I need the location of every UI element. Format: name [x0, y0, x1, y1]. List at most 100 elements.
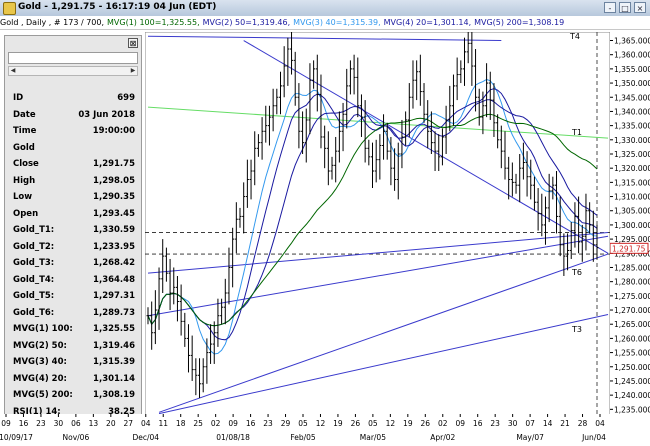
price-tick-label: 1,310.000: [614, 193, 650, 202]
day-tick-label: 14: [543, 419, 553, 428]
data-row-label: MVG(2) 50:: [13, 340, 67, 351]
data-row-label: Gold: [13, 142, 35, 153]
price-tick-label: 1,305.000: [614, 207, 650, 216]
time-axis[interactable]: 09 16 23 30 06 13 20 27 04 11 18 25 02 09 16 23 29 05 12 19…: [0, 414, 610, 446]
data-row-value: 1,289.73: [93, 307, 135, 318]
data-row: MVG(2) 50: 1,319.46: [5, 338, 141, 355]
price-tick-label: 1,365.000: [614, 37, 650, 46]
data-row-value: 1,308.19: [93, 390, 135, 400]
data-row-value: 1,330.59: [93, 225, 135, 235]
month-label: Mar/05: [360, 433, 386, 442]
data-row-value: 1,291.75: [93, 159, 135, 169]
data-row-value: 1,233.95: [93, 241, 135, 252]
data-row-value: 1,297.31: [93, 291, 135, 301]
data-row-label: Gold_T6:: [13, 307, 55, 318]
minimize-button[interactable]: -: [604, 2, 616, 13]
data-row: ID 699: [5, 90, 141, 107]
mvg4-info: MVG(4) 20=1,301.14,: [383, 18, 472, 27]
price-tick-label: 1,275.000: [614, 292, 650, 301]
data-row: Gold_T4: 1,364.48: [5, 272, 141, 289]
day-tick-label: 27: [124, 419, 134, 428]
price-tick-label: 1,245.000: [614, 377, 650, 386]
day-tick-label: 04: [141, 419, 151, 428]
data-row-value: 1,268.42: [93, 258, 135, 268]
day-tick-label: 28: [578, 419, 588, 428]
price-tick-label: 1,345.000: [614, 93, 650, 102]
data-row-value: 19:00:00: [92, 126, 135, 136]
title-bar[interactable]: Gold - 1,291.75 - 16:17:19 04 Jun (EDT) …: [0, 0, 650, 17]
maximize-button[interactable]: □: [619, 2, 631, 13]
day-tick-label: 02: [438, 419, 448, 428]
month-label: 01/08/18: [216, 433, 250, 442]
data-row-label: MVG(5) 200:: [13, 390, 73, 400]
price-chart[interactable]: T4 T1 T6 T3: [145, 32, 610, 415]
price-tick-label: 1,350.000: [614, 79, 650, 88]
price-tick-label: 1,285.000: [614, 263, 650, 272]
data-row: MVG(5) 200: 1,308.19: [5, 387, 141, 404]
data-row: Gold: [5, 140, 141, 157]
month-label: 10/09/17: [0, 433, 33, 442]
price-tick-label: 1,265.000: [614, 320, 650, 329]
data-row-label: Gold_T4:: [13, 274, 55, 285]
scroll-left-icon[interactable]: ◀: [9, 67, 17, 75]
data-row: MVG(4) 20: 1,301.14: [5, 371, 141, 388]
data-row-label: Open: [13, 208, 39, 219]
month-label: Nov/06: [63, 433, 90, 442]
price-tick-label: 1,260.000: [614, 334, 650, 343]
month-label: Dec/04: [132, 433, 159, 442]
day-tick-label: 11: [158, 419, 168, 428]
panel-horizontal-scrollbar[interactable]: ◀ ▶: [8, 66, 138, 76]
price-tick-label: 1,270.000: [614, 306, 650, 315]
price-axis[interactable]: 1,235.000 1,240.000 1,245.000 1,250.000 1,25…: [610, 32, 650, 415]
data-window-panel: ⊠ ◀ ▶ ID 699 Date 03 Jun 2018 Time 19:00:00 Go…: [4, 35, 142, 423]
month-label: May/07: [516, 433, 544, 442]
mvg5-info: MVG(5) 200=1,308.19: [474, 18, 565, 27]
trendline-label: T1: [571, 128, 582, 137]
day-tick-label: 23: [490, 419, 500, 428]
price-tick-label: 1,340.000: [614, 107, 650, 116]
day-tick-label: 13: [89, 419, 99, 428]
data-row-label: Close: [13, 159, 39, 169]
scroll-right-icon[interactable]: ▶: [129, 67, 137, 75]
data-row-label: MVG(1) 100:: [13, 324, 73, 334]
month-label: Feb/05: [290, 433, 316, 442]
indicator-info-bar: Gold , Daily , # 173 / 700, MVG(1) 100=1,…: [0, 16, 650, 30]
data-row: Gold_T3: 1,268.42: [5, 255, 141, 272]
price-tick-label: 1,235.000: [614, 405, 650, 414]
data-row-value: 1,293.45: [93, 208, 135, 219]
day-tick-label: 07: [525, 419, 535, 428]
day-tick-label: 05: [298, 419, 308, 428]
day-tick-label: 06: [71, 419, 81, 428]
panel-search-input[interactable]: [8, 52, 138, 64]
price-tick-label: 1,300.000: [614, 221, 650, 230]
day-tick-label: 23: [36, 419, 46, 428]
close-button[interactable]: ×: [634, 2, 646, 13]
day-tick-label: 26: [351, 419, 361, 428]
day-tick-label: 18: [176, 419, 186, 428]
data-row: Close 1,291.75: [5, 156, 141, 173]
chart-window: Gold - 1,291.75 - 16:17:19 04 Jun (EDT) …: [0, 0, 650, 446]
symbol-info: Gold , Daily , # 173 / 700,: [0, 18, 105, 27]
data-row-label: Gold_T1:: [13, 225, 55, 235]
data-row-value: 699: [117, 93, 135, 103]
price-tick-label: 1,325.000: [614, 150, 650, 159]
day-tick-label: 09: [1, 419, 11, 428]
day-tick-label: 12: [316, 419, 326, 428]
day-tick-label: 19: [403, 419, 413, 428]
trendline-label: T6: [571, 268, 582, 277]
panel-close-icon[interactable]: ⊠: [128, 38, 138, 48]
data-row: Date 03 Jun 2018: [5, 107, 141, 124]
data-rows: ID 699 Date 03 Jun 2018 Time 19:00:00 Gold Clos…: [5, 90, 141, 420]
price-tick-label: 1,280.000: [614, 278, 650, 287]
data-row-value: 1,325.55: [93, 324, 135, 334]
month-label: Jun/04: [581, 433, 606, 442]
day-tick-label: 26: [421, 419, 431, 428]
last-price-label: 1,291.75: [612, 244, 646, 253]
data-row-label: Gold_T3:: [13, 258, 55, 268]
day-tick-label: 04: [595, 419, 605, 428]
data-row-value: 1,319.46: [93, 340, 135, 351]
data-row-label: High: [13, 175, 36, 186]
data-row-value: 1,298.05: [93, 175, 135, 186]
price-tick-label: 1,315.000: [614, 178, 650, 187]
plot-area: [145, 32, 610, 415]
